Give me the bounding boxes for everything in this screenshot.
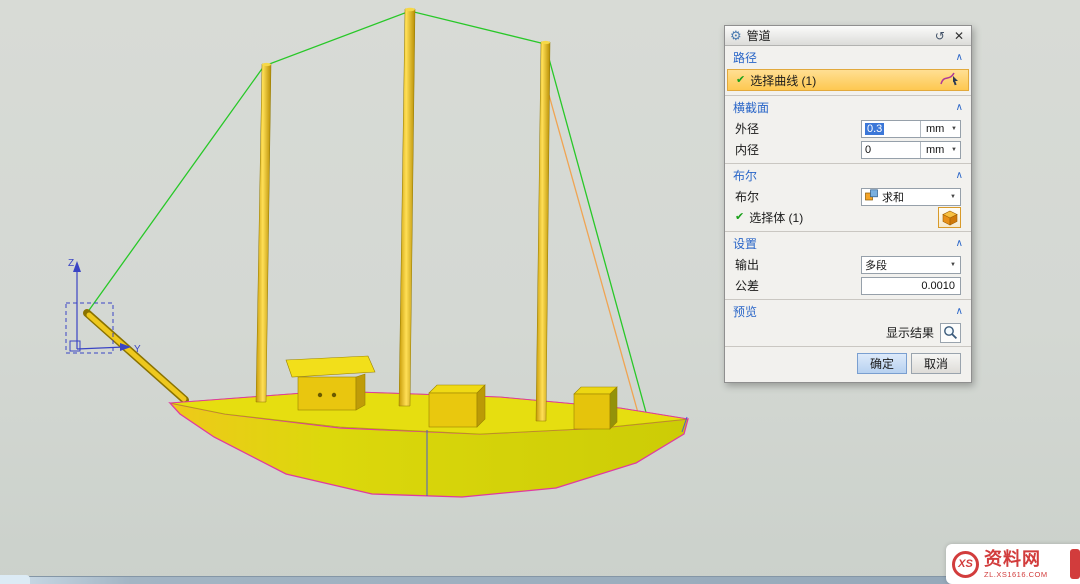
pipe-dialog: ⚙ 管道 ↺ ✕ 路径 ∧ ✔ 选择曲线 (1) 横截面 ∧ 外径 xyxy=(724,25,972,383)
watermark-site-url: ZL.XS1616.COM xyxy=(984,570,1048,579)
dialog-close-icon[interactable]: ✕ xyxy=(952,30,966,42)
mast-rear[interactable] xyxy=(536,42,550,421)
watermark-badge: XS 资料网 ZL.XS1616.COM xyxy=(946,544,1080,584)
cabin2-roof[interactable] xyxy=(429,385,485,393)
dialog-button-row: 确定 取消 xyxy=(725,346,971,382)
y-axis[interactable] xyxy=(77,347,124,349)
z-axis-label: Z xyxy=(68,258,74,269)
section-cross-section-label: 横截面 xyxy=(733,99,769,116)
collapse-chevron-icon[interactable]: ∧ xyxy=(956,171,963,181)
highlight-curve[interactable] xyxy=(549,95,640,420)
select-curve-row[interactable]: ✔ 选择曲线 (1) xyxy=(727,69,969,91)
mast-front[interactable] xyxy=(256,64,271,402)
boolean-value: 求和 xyxy=(882,189,904,205)
section-header-preview[interactable]: 预览 ∧ xyxy=(725,300,971,322)
y-axis-label: Y xyxy=(134,344,141,355)
output-row: 输出 多段 ▼ xyxy=(725,254,971,275)
output-label: 输出 xyxy=(735,256,856,273)
dropdown-arrow-icon[interactable]: ▼ xyxy=(951,126,957,132)
section-settings: 设置 ∧ 输出 多段 ▼ 公差 0.0010 xyxy=(725,231,971,299)
unite-icon xyxy=(865,189,878,204)
datum-csys[interactable]: Z Y xyxy=(66,258,141,355)
inner-diameter-unit-dropdown[interactable]: mm ▼ xyxy=(920,142,960,158)
watermark-logo-text: XS xyxy=(958,558,973,570)
section-preview: 预览 ∧ 显示结果 xyxy=(725,299,971,346)
bowsprit[interactable] xyxy=(87,313,185,400)
section-boolean: 布尔 ∧ 布尔 求和 ▼ ✔ 选择体 (1) xyxy=(725,163,971,231)
cabin3-front[interactable] xyxy=(574,394,610,429)
show-result-row: 显示结果 xyxy=(725,322,971,343)
select-body-label: 选择体 (1) xyxy=(749,209,933,226)
tolerance-row: 公差 0.0010 xyxy=(725,275,971,296)
section-header-path[interactable]: 路径 ∧ xyxy=(725,46,971,68)
output-value: 多段 xyxy=(865,257,887,273)
select-body-row[interactable]: ✔ 选择体 (1) xyxy=(725,207,971,228)
window-corner-highlight xyxy=(0,575,30,584)
watermark-site-name: 资料网 xyxy=(984,550,1048,568)
dropdown-arrow-icon[interactable]: ▼ xyxy=(950,194,956,200)
curve-select-icon[interactable] xyxy=(940,71,960,89)
magnifier-icon xyxy=(943,325,958,340)
tolerance-label: 公差 xyxy=(735,277,856,294)
section-cross-section: 横截面 ∧ 外径 0.3 mm ▼ 内径 0 mm ▼ xyxy=(725,95,971,163)
cabin1-front[interactable] xyxy=(298,377,356,410)
outer-diameter-row: 外径 0.3 mm ▼ xyxy=(725,118,971,139)
section-preview-label: 预览 xyxy=(733,303,757,320)
tolerance-value[interactable]: 0.0010 xyxy=(921,280,955,292)
inner-diameter-field[interactable]: 0 mm ▼ xyxy=(861,141,961,159)
section-header-settings[interactable]: 设置 ∧ xyxy=(725,232,971,254)
watermark-logo-icon: XS xyxy=(952,551,979,578)
dropdown-arrow-icon[interactable]: ▼ xyxy=(951,147,957,153)
cancel-button[interactable]: 取消 xyxy=(911,353,961,374)
output-dropdown[interactable]: 多段 ▼ xyxy=(861,256,961,274)
section-header-cross-section[interactable]: 横截面 ∧ xyxy=(725,96,971,118)
watermark-red-bar xyxy=(1070,549,1080,579)
dropdown-arrow-icon[interactable]: ▼ xyxy=(950,262,956,268)
outer-diameter-value[interactable]: 0.3 xyxy=(865,123,884,135)
boolean-row: 布尔 求和 ▼ xyxy=(725,186,971,207)
outer-diameter-label: 外径 xyxy=(735,120,856,137)
section-path: 路径 ∧ ✔ 选择曲线 (1) xyxy=(725,46,971,95)
dialog-title: 管道 xyxy=(747,27,928,44)
cabin2-front[interactable] xyxy=(429,393,477,427)
window-bottom-edge xyxy=(0,576,1080,584)
inner-diameter-unit-label: mm xyxy=(926,144,944,156)
inner-diameter-label: 内径 xyxy=(735,141,856,158)
boolean-dropdown[interactable]: 求和 ▼ xyxy=(861,188,961,206)
outer-diameter-unit-dropdown[interactable]: mm ▼ xyxy=(920,121,960,137)
show-result-label: 显示结果 xyxy=(886,324,934,341)
cabin3-roof[interactable] xyxy=(574,387,617,394)
dialog-reset-icon[interactable]: ↺ xyxy=(933,30,947,42)
watermark-text-block: 资料网 ZL.XS1616.COM xyxy=(984,550,1048,579)
section-boolean-label: 布尔 xyxy=(733,167,757,184)
z-axis-arrowhead xyxy=(73,261,81,272)
select-curve-label: 选择曲线 (1) xyxy=(750,72,935,89)
cabin1-roof[interactable] xyxy=(286,356,375,377)
select-body-button[interactable] xyxy=(938,207,961,228)
section-settings-label: 设置 xyxy=(733,235,757,252)
dialog-menu-gear-icon[interactable]: ⚙ xyxy=(730,29,742,42)
show-result-button[interactable] xyxy=(940,323,961,343)
section-header-boolean[interactable]: 布尔 ∧ xyxy=(725,164,971,186)
check-icon: ✔ xyxy=(735,212,744,223)
dialog-titlebar[interactable]: ⚙ 管道 ↺ ✕ xyxy=(725,26,971,46)
tolerance-field[interactable]: 0.0010 xyxy=(861,277,961,295)
collapse-chevron-icon[interactable]: ∧ xyxy=(956,103,963,113)
collapse-chevron-icon[interactable]: ∧ xyxy=(956,53,963,63)
inner-diameter-row: 内径 0 mm ▼ xyxy=(725,139,971,160)
collapse-chevron-icon[interactable]: ∧ xyxy=(956,307,963,317)
solid-body-cube-icon xyxy=(942,210,958,226)
boolean-label: 布尔 xyxy=(735,188,856,205)
collapse-chevron-icon[interactable]: ∧ xyxy=(956,239,963,249)
inner-diameter-value[interactable]: 0 xyxy=(865,144,871,156)
outer-diameter-field[interactable]: 0.3 mm ▼ xyxy=(861,120,961,138)
section-path-label: 路径 xyxy=(733,49,757,66)
outer-diameter-unit-label: mm xyxy=(926,123,944,135)
ok-button[interactable]: 确定 xyxy=(857,353,907,374)
mast-main[interactable] xyxy=(399,9,415,406)
check-icon: ✔ xyxy=(736,75,745,86)
